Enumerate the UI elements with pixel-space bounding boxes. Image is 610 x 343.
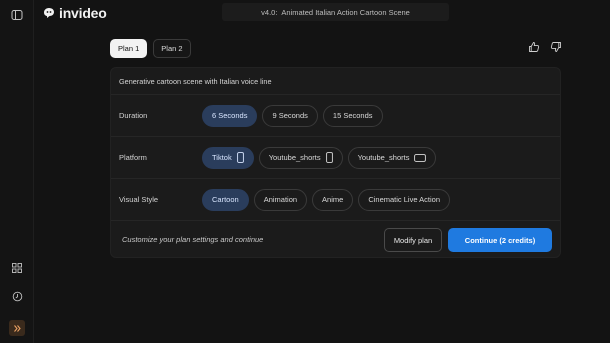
visual-style-row: Visual Style Cartoon Animation Anime Cin… <box>111 179 560 221</box>
style-cinematic-live-action-chip[interactable]: Cinematic Live Action <box>358 188 451 211</box>
visual-style-options: Cartoon Animation Anime Cinematic Live A… <box>202 188 451 211</box>
tab-plan-1[interactable]: Plan 1 <box>110 39 148 58</box>
style-anime-chip[interactable]: Anime <box>312 188 354 211</box>
left-rail <box>0 0 34 343</box>
landscape-screen-icon <box>414 153 427 162</box>
thumbs-up-icon[interactable] <box>528 41 540 53</box>
platform-tiktok-label: Tiktok <box>212 153 232 162</box>
duration-options: 6 Seconds 9 Seconds 15 Seconds <box>202 104 383 127</box>
platform-row: Platform Tiktok Youtube_shorts Youtube_s… <box>111 137 560 179</box>
app-window: invideo v4.0: Animated Italian Action Ca… <box>0 0 610 343</box>
duration-15-seconds-chip[interactable]: 15 Seconds <box>322 104 383 127</box>
sidebar-toggle-icon[interactable] <box>8 6 26 24</box>
portrait-phone-icon <box>236 152 244 163</box>
duration-6-seconds-chip[interactable]: 6 Seconds <box>202 104 258 127</box>
platform-youtube-shorts-portrait-chip[interactable]: Youtube_shorts <box>258 146 343 169</box>
portrait-phone-icon <box>325 152 333 163</box>
grid-icon[interactable] <box>8 259 26 277</box>
duration-label: Duration <box>119 111 148 120</box>
history-icon[interactable] <box>8 287 26 305</box>
expand-icon[interactable] <box>9 320 25 336</box>
platform-youtube-shorts-label: Youtube_shorts <box>268 153 321 162</box>
visual-style-label: Visual Style <box>119 195 159 204</box>
duration-row: Duration 6 Seconds 9 Seconds 15 Seconds <box>111 95 560 137</box>
tab-plan-2[interactable]: Plan 2 <box>153 39 191 58</box>
modify-plan-button[interactable]: Modify plan <box>384 228 442 252</box>
platform-youtube-shorts-landscape-chip[interactable]: Youtube_shorts <box>347 146 437 169</box>
style-animation-chip[interactable]: Animation <box>253 188 308 211</box>
plan-description: Generative cartoon scene with Italian vo… <box>111 68 560 95</box>
project-title[interactable]: v4.0: Animated Italian Action Cartoon Sc… <box>222 3 449 21</box>
plan-card: Generative cartoon scene with Italian vo… <box>110 67 561 258</box>
plan-tabs: Plan 1 Plan 2 <box>110 39 191 58</box>
platform-youtube-shorts-label: Youtube_shorts <box>357 153 410 162</box>
footer-hint: Customize your plan settings and continu… <box>122 235 264 244</box>
title-text: Animated Italian Action Cartoon Scene <box>281 7 410 17</box>
brand-name: invideo <box>59 5 107 21</box>
title-version: v4.0: <box>261 7 278 17</box>
style-cartoon-chip[interactable]: Cartoon <box>202 188 249 211</box>
platform-tiktok-chip[interactable]: Tiktok <box>202 146 254 169</box>
thumbs-down-icon[interactable] <box>550 41 562 53</box>
feedback-buttons <box>528 41 562 53</box>
brand[interactable]: invideo <box>43 4 107 22</box>
platform-options: Tiktok Youtube_shorts Youtube_shorts <box>202 146 437 169</box>
invideo-logo-icon <box>44 8 54 18</box>
plan-card-footer: Customize your plan settings and continu… <box>111 221 560 259</box>
duration-9-seconds-chip[interactable]: 9 Seconds <box>262 104 318 127</box>
continue-button[interactable]: Continue (2 credits) <box>448 228 552 252</box>
platform-label: Platform <box>119 153 147 162</box>
